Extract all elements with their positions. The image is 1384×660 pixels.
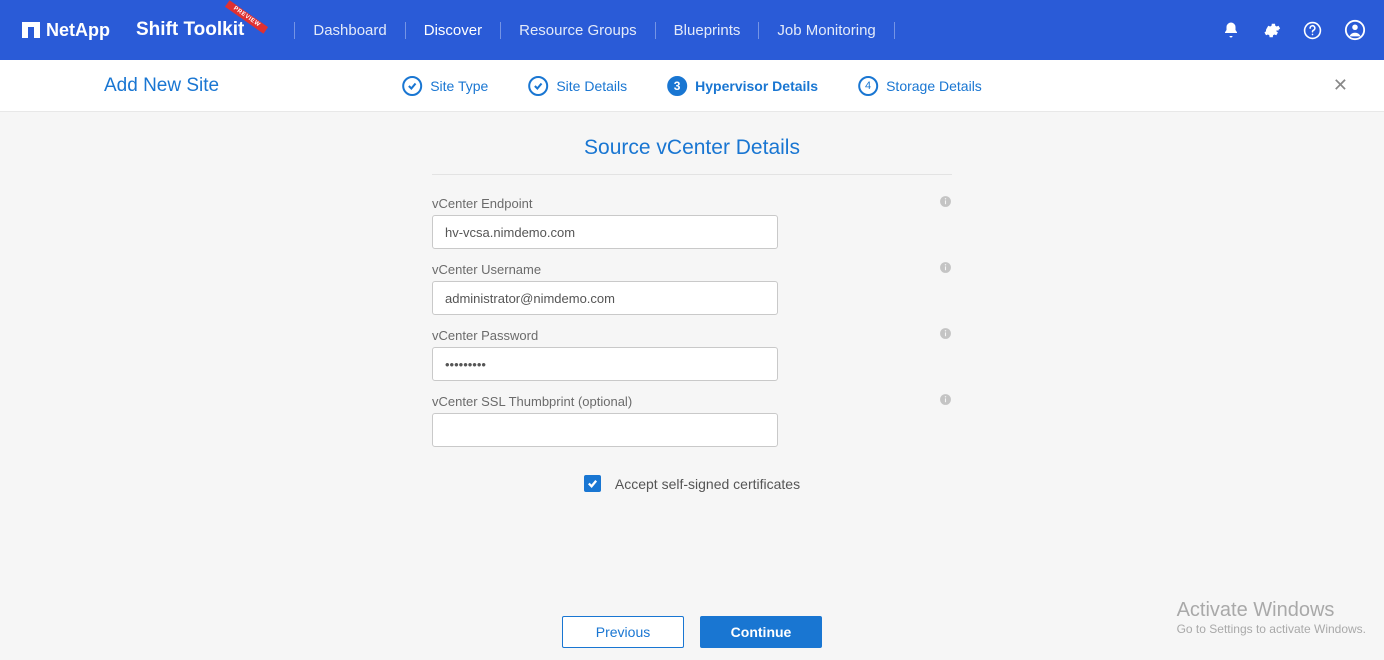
field-password: vCenter Password bbox=[432, 327, 952, 381]
field-endpoint: vCenter Endpoint bbox=[432, 195, 952, 249]
topbar: NetApp Shift Toolkit PREVIEW Dashboard D… bbox=[0, 0, 1384, 60]
brand-logo: NetApp bbox=[22, 20, 110, 41]
endpoint-input[interactable] bbox=[432, 215, 778, 249]
password-input[interactable] bbox=[432, 347, 778, 381]
thumbprint-input[interactable] bbox=[432, 413, 778, 447]
thumbprint-label: vCenter SSL Thumbprint (optional) bbox=[432, 394, 632, 409]
password-label: vCenter Password bbox=[432, 328, 538, 343]
step-number: 3 bbox=[667, 76, 687, 96]
step-site-details[interactable]: Site Details bbox=[528, 76, 627, 96]
help-icon[interactable] bbox=[1303, 21, 1322, 40]
netapp-icon bbox=[22, 22, 40, 38]
continue-button[interactable]: Continue bbox=[700, 616, 822, 648]
check-icon bbox=[528, 76, 548, 96]
nav-resource-groups[interactable]: Resource Groups bbox=[501, 22, 656, 39]
nav-discover[interactable]: Discover bbox=[406, 22, 501, 39]
vcenter-form: vCenter Endpoint vCenter Username vCente… bbox=[432, 174, 952, 492]
username-input[interactable] bbox=[432, 281, 778, 315]
page-title: Add New Site bbox=[104, 75, 219, 97]
account-icon[interactable] bbox=[1344, 19, 1366, 41]
previous-button[interactable]: Previous bbox=[562, 616, 684, 648]
step-hypervisor-details[interactable]: 3 Hypervisor Details bbox=[667, 76, 818, 96]
content-area: Source vCenter Details vCenter Endpoint … bbox=[0, 112, 1384, 660]
step-site-type[interactable]: Site Type bbox=[402, 76, 488, 96]
self-signed-label: Accept self-signed certificates bbox=[615, 476, 800, 492]
product-title: Shift Toolkit PREVIEW bbox=[136, 19, 266, 41]
windows-watermark: Activate Windows Go to Settings to activ… bbox=[1177, 599, 1366, 636]
close-icon[interactable]: ✕ bbox=[1327, 69, 1354, 102]
self-signed-checkbox[interactable] bbox=[584, 475, 601, 492]
field-username: vCenter Username bbox=[432, 261, 952, 315]
step-storage-details[interactable]: 4 Storage Details bbox=[858, 76, 982, 96]
endpoint-label: vCenter Endpoint bbox=[432, 196, 532, 211]
nav-job-monitoring[interactable]: Job Monitoring bbox=[759, 22, 894, 39]
self-signed-row: Accept self-signed certificates bbox=[432, 475, 952, 492]
top-nav: Dashboard Discover Resource Groups Bluep… bbox=[294, 0, 894, 60]
step-number: 4 bbox=[858, 76, 878, 96]
topbar-actions bbox=[1222, 19, 1366, 41]
field-thumbprint: vCenter SSL Thumbprint (optional) bbox=[432, 393, 952, 447]
info-icon[interactable] bbox=[939, 261, 952, 277]
gear-icon[interactable] bbox=[1262, 21, 1281, 40]
info-icon[interactable] bbox=[939, 327, 952, 343]
brand-text: NetApp bbox=[46, 20, 110, 41]
watermark-subtitle: Go to Settings to activate Windows. bbox=[1177, 622, 1366, 636]
wizard-steps: Site Type Site Details 3 Hypervisor Deta… bbox=[402, 76, 982, 96]
subbar: Add New Site Site Type Site Details 3 Hy… bbox=[0, 60, 1384, 112]
nav-blueprints[interactable]: Blueprints bbox=[656, 22, 760, 39]
info-icon[interactable] bbox=[939, 195, 952, 211]
username-label: vCenter Username bbox=[432, 262, 541, 277]
bell-icon[interactable] bbox=[1222, 21, 1240, 39]
nav-dashboard[interactable]: Dashboard bbox=[294, 22, 405, 39]
form-heading: Source vCenter Details bbox=[0, 136, 1384, 160]
watermark-title: Activate Windows bbox=[1177, 599, 1366, 622]
info-icon[interactable] bbox=[939, 393, 952, 409]
check-icon bbox=[402, 76, 422, 96]
